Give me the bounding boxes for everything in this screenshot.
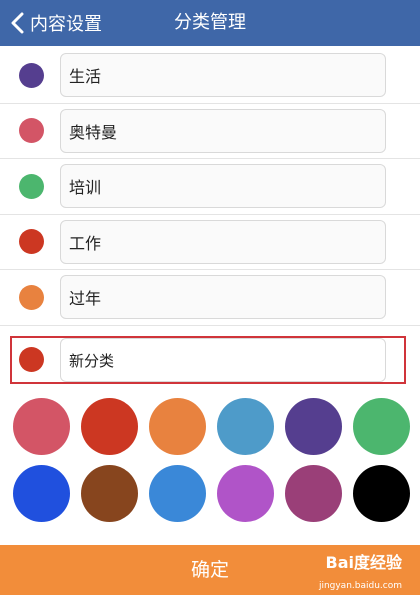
category-list (0, 48, 420, 326)
watermark-brand: Bai度经验 (325, 553, 402, 572)
color-swatch[interactable] (13, 465, 70, 522)
color-swatch[interactable] (353, 398, 410, 455)
back-label: 内容设置 (30, 14, 102, 35)
category-row (0, 48, 420, 104)
category-row (0, 159, 420, 215)
category-row (0, 270, 420, 326)
category-color-dot[interactable] (19, 62, 44, 88)
color-swatch[interactable] (285, 398, 342, 455)
back-button[interactable]: 内容设置 (10, 6, 102, 40)
category-color-dot[interactable] (19, 229, 44, 255)
color-swatch[interactable] (149, 398, 206, 455)
new-category-color-dot[interactable] (19, 347, 44, 372)
color-swatch[interactable] (353, 465, 410, 522)
category-name-input[interactable] (60, 219, 386, 264)
category-name-input[interactable] (60, 53, 386, 98)
color-swatch[interactable] (81, 465, 138, 522)
color-swatch[interactable] (81, 398, 138, 455)
new-category-row (0, 336, 420, 384)
color-swatch[interactable] (149, 465, 206, 522)
category-name-input[interactable] (60, 164, 386, 209)
color-swatch[interactable] (217, 465, 274, 522)
category-row (0, 215, 420, 270)
category-name-input[interactable] (60, 108, 386, 153)
new-category-input[interactable] (60, 338, 386, 382)
color-swatch[interactable] (13, 398, 70, 455)
color-swatch[interactable] (217, 398, 274, 455)
navbar: 内容设置 分类管理 (0, 0, 420, 46)
baidu-watermark: Bai度经验 jingyan.baidu.com (292, 547, 402, 591)
category-row (0, 104, 420, 159)
category-color-dot[interactable] (19, 284, 44, 310)
watermark-url: jingyan.baidu.com (318, 581, 402, 591)
color-swatch[interactable] (285, 465, 342, 522)
category-color-dot[interactable] (19, 173, 44, 199)
chevron-left-icon (11, 12, 24, 34)
confirm-button[interactable]: 确定 Bai度经验 jingyan.baidu.com (0, 545, 420, 595)
category-color-dot[interactable] (19, 118, 44, 144)
category-name-input[interactable] (60, 275, 386, 320)
